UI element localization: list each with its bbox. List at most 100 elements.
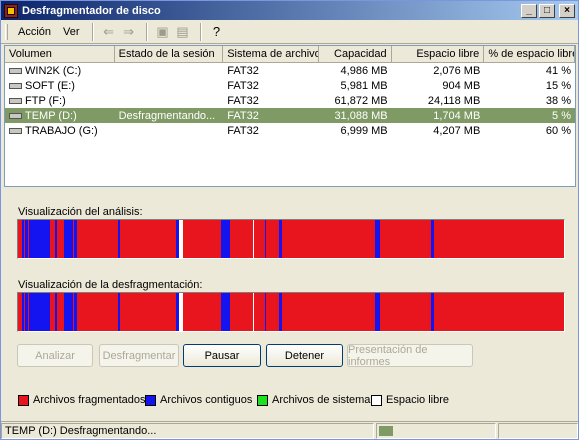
defrag-app-icon[interactable]	[4, 3, 18, 18]
volume-row[interactable]: WIN2K (C:) FAT32 4,986 MB 2,076 MB 41 %	[5, 63, 575, 78]
cluster-block	[165, 293, 176, 331]
capacity: 31,088 MB	[319, 110, 392, 122]
free-space-text: 1,704 MB	[433, 109, 481, 122]
close-button[interactable]: ×	[559, 3, 575, 18]
column-header-volumen[interactable]: Volumen	[5, 46, 115, 62]
cluster-block	[227, 293, 230, 331]
cluster-block	[274, 293, 279, 331]
cluster-block	[183, 220, 188, 258]
cluster-block	[181, 220, 182, 258]
cluster-block	[221, 293, 224, 331]
column-header-pct-libre[interactable]: % de espacio libre	[484, 46, 575, 62]
cluster-block	[70, 293, 72, 331]
toolbar-separator	[145, 22, 148, 41]
cluster-block	[52, 293, 55, 331]
show-hide-tree-icon[interactable]: ▤	[174, 23, 192, 41]
cluster-block	[481, 293, 491, 331]
column-header-capacidad[interactable]: Capacidad	[319, 46, 392, 62]
cluster-block	[253, 220, 254, 258]
cluster-block	[182, 220, 183, 258]
cluster-block	[366, 293, 375, 331]
cluster-block	[378, 293, 379, 331]
cluster-block	[25, 293, 28, 331]
cluster-block	[286, 220, 291, 258]
cluster-block	[491, 220, 506, 258]
volume-list[interactable]: Volumen Estado de la sesión Sistema de a…	[4, 45, 576, 187]
legend-fragmented: Archivos fragmentados	[18, 394, 146, 406]
cluster-block	[66, 220, 70, 258]
capacity-text: 6,999 MB	[340, 124, 388, 137]
volume-row[interactable]: TEMP (D:) Desfragmentando... FAT32 31,088 M…	[5, 108, 575, 123]
cluster-block	[29, 293, 33, 331]
cluster-block	[55, 220, 56, 258]
free-space: 1,704 MB	[392, 110, 485, 122]
file-system: FAT32	[223, 110, 319, 122]
minimize-button[interactable]: _	[521, 3, 537, 18]
file-system: FAT32	[223, 95, 319, 107]
cluster-block	[188, 293, 203, 331]
volume-name-text: FTP (F:)	[25, 94, 66, 107]
free-percent: 60 %	[484, 125, 575, 137]
file-system-text: FAT32	[227, 109, 259, 122]
column-header-estado[interactable]: Estado de la sesión	[115, 46, 224, 62]
cluster-block	[333, 293, 352, 331]
folder-up-icon[interactable]: ▣	[154, 23, 172, 41]
status-progress-fill	[379, 425, 393, 436]
capacity: 5,981 MB	[319, 80, 392, 92]
cluster-block	[25, 220, 28, 258]
cluster-block	[72, 293, 73, 331]
analizar-button[interactable]: Analizar	[17, 344, 93, 367]
cluster-block	[434, 293, 446, 331]
cluster-block	[49, 293, 50, 331]
file-system: FAT32	[223, 65, 319, 77]
desfragmentar-button[interactable]: Desfragmentar	[99, 344, 179, 367]
menu-accion[interactable]: Acción	[12, 24, 57, 40]
analysis-map	[18, 220, 564, 258]
report-button[interactable]: Presentación de informes	[347, 344, 473, 368]
file-system: FAT32	[223, 125, 319, 137]
cluster-block	[279, 220, 282, 258]
defrag-display	[17, 292, 565, 332]
help-icon[interactable]: ?	[208, 23, 226, 41]
column-header-sistema[interactable]: Sistema de archivos	[223, 46, 319, 62]
forward-arrow-icon[interactable]: ⇒	[120, 23, 138, 41]
cluster-block	[317, 293, 333, 331]
toolbar-separator	[199, 22, 202, 41]
cluster-block	[39, 220, 41, 258]
menu-ver[interactable]: Ver	[57, 24, 86, 40]
cluster-block	[81, 220, 85, 258]
column-header-espacio-libre[interactable]: Espacio libre	[392, 46, 485, 62]
detener-button[interactable]: Detener	[266, 344, 343, 367]
analysis-label: Visualización del análisis:	[18, 206, 143, 218]
cluster-block	[120, 293, 136, 331]
cluster-block	[66, 293, 70, 331]
volume-name-text: SOFT (E:)	[25, 79, 75, 92]
cluster-block	[265, 220, 266, 258]
cluster-block	[39, 293, 41, 331]
pausar-button[interactable]: Pausar	[183, 344, 261, 367]
volume-row[interactable]: SOFT (E:) FAT32 5,981 MB 904 MB 15 %	[5, 78, 575, 93]
volume-row[interactable]: FTP (F:) FAT32 61,872 MB 24,118 MB 38 %	[5, 93, 575, 108]
legend-system-label: Archivos de sistema	[272, 394, 371, 406]
volume-name: FTP (F:)	[5, 95, 115, 107]
cluster-block	[301, 220, 317, 258]
cluster-block	[74, 220, 77, 258]
back-arrow-icon[interactable]: ⇐	[100, 23, 118, 41]
capacity-text: 5,981 MB	[340, 79, 388, 92]
toolbar-grip[interactable]	[5, 23, 8, 40]
analysis-display	[17, 219, 565, 259]
cluster-block	[461, 293, 481, 331]
cluster-block	[282, 293, 286, 331]
cluster-block	[36, 293, 39, 331]
cluster-block	[73, 220, 74, 258]
cluster-block	[33, 293, 34, 331]
cluster-block	[286, 293, 291, 331]
maximize-button[interactable]: □	[539, 3, 555, 18]
free-percent-text: 38 %	[545, 94, 571, 107]
volume-row[interactable]: TRABAJO (G:) FAT32 6,999 MB 4,207 MB 60 %	[5, 123, 575, 138]
cluster-block	[230, 293, 248, 331]
cluster-block	[176, 220, 179, 258]
cluster-block	[545, 293, 563, 331]
title-bar[interactable]: Desfragmentador de disco _ □ ×	[1, 1, 578, 20]
cluster-block	[266, 220, 274, 258]
